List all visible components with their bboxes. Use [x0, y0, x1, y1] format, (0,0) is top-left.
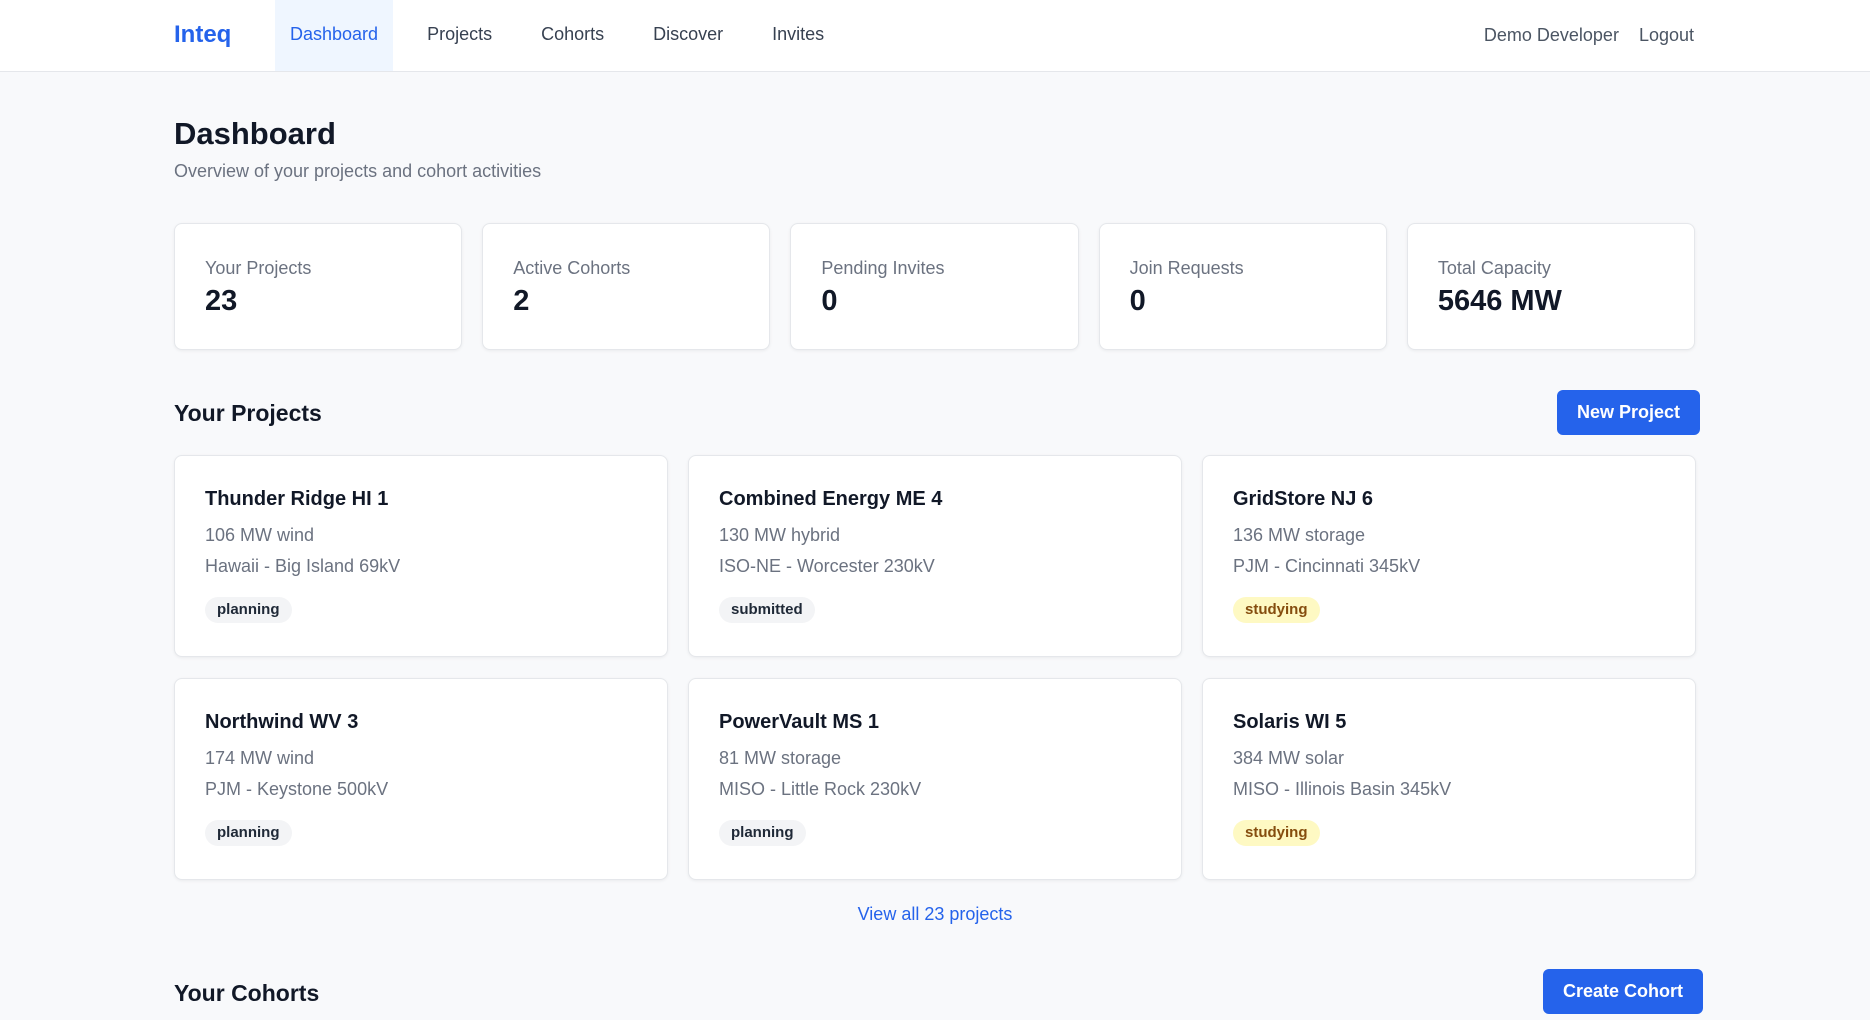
stat-label: Your Projects: [205, 258, 312, 278]
stat-card-join-requests: Join Requests 0: [1098, 223, 1387, 350]
status-badge: planning: [205, 820, 292, 846]
project-capacity: 81 MW storage: [719, 748, 842, 768]
stat-label: Join Requests: [1129, 258, 1244, 278]
projects-section-title: Your Projects: [174, 400, 322, 426]
project-location: MISO - Illinois Basin 345kV: [1233, 779, 1452, 799]
new-project-button[interactable]: New Project: [1557, 390, 1701, 435]
project-location: PJM - Keystone 500kV: [205, 779, 389, 799]
cohorts-section-title: Your Cohorts: [174, 980, 320, 1006]
stat-value: 5646 MW: [1437, 285, 1562, 317]
project-name: PowerVault MS 1: [719, 711, 880, 733]
projects-grid: Thunder Ridge HI 1 106 MW wind Hawaii - …: [174, 455, 1696, 880]
stat-label: Active Cohorts: [513, 258, 631, 278]
status-badge: planning: [719, 820, 806, 846]
project-name: Solaris WI 5: [1233, 711, 1347, 733]
project-location: MISO - Little Rock 230kV: [719, 779, 922, 799]
project-capacity: 384 MW solar: [1233, 748, 1345, 768]
project-card[interactable]: Northwind WV 3 174 MW wind PJM - Keyston…: [174, 678, 668, 880]
project-capacity: 130 MW hybrid: [719, 525, 841, 545]
stat-value: 0: [821, 285, 838, 317]
project-location: ISO-NE - Worcester 230kV: [719, 556, 935, 576]
user-name: Demo Developer: [1483, 24, 1619, 45]
page-subtitle: Overview of your projects and cohort act…: [174, 161, 542, 181]
project-card[interactable]: GridStore NJ 6 136 MW storage PJM - Cinc…: [1202, 455, 1696, 657]
project-name: Combined Energy ME 4: [719, 488, 943, 510]
user-area: Demo Developer Logout: [1484, 0, 1694, 70]
project-capacity: 136 MW storage: [1233, 525, 1366, 545]
project-location: PJM - Cincinnati 345kV: [1233, 556, 1421, 576]
stat-label: Pending Invites: [821, 258, 945, 278]
project-name: Thunder Ridge HI 1: [205, 488, 389, 510]
top-navbar: Inteq Dashboard Projects Cohorts Discove…: [0, 0, 1870, 72]
project-location: Hawaii - Big Island 69kV: [205, 556, 401, 576]
project-card[interactable]: PowerVault MS 1 81 MW storage MISO - Lit…: [688, 678, 1182, 880]
brand-logo[interactable]: Inteq: [174, 0, 231, 70]
page-title: Dashboard: [174, 116, 336, 151]
stat-card-active-cohorts: Active Cohorts 2: [482, 223, 771, 350]
stat-card-total-capacity: Total Capacity 5646 MW: [1406, 223, 1696, 350]
project-name: GridStore NJ 6: [1233, 488, 1374, 510]
project-capacity: 174 MW wind: [205, 748, 315, 768]
nav-dashboard[interactable]: Dashboard: [275, 0, 394, 71]
stat-value: 23: [205, 285, 238, 317]
status-badge: submitted: [719, 597, 815, 623]
project-card[interactable]: Solaris WI 5 384 MW solar MISO - Illinoi…: [1202, 678, 1696, 880]
nav-discover[interactable]: Discover: [638, 0, 738, 71]
stat-card-your-projects: Your Projects 23: [174, 223, 463, 350]
stat-value: 0: [1129, 285, 1146, 317]
stats-row: Your Projects 23 Active Cohorts 2 Pendin…: [174, 223, 1696, 350]
view-all-projects-link[interactable]: View all 23 projects: [0, 904, 1870, 925]
logout-link[interactable]: Logout: [1639, 25, 1694, 46]
status-badge: planning: [205, 597, 292, 623]
project-card[interactable]: Combined Energy ME 4 130 MW hybrid ISO-N…: [688, 455, 1182, 657]
nav-projects[interactable]: Projects: [412, 0, 507, 71]
stat-card-pending-invites: Pending Invites 0: [790, 223, 1079, 350]
project-card[interactable]: Thunder Ridge HI 1 106 MW wind Hawaii - …: [174, 455, 668, 657]
project-name: Northwind WV 3: [205, 711, 359, 733]
stat-label: Total Capacity: [1437, 258, 1551, 278]
create-cohort-button[interactable]: Create Cohort: [1543, 969, 1704, 1014]
project-capacity: 106 MW wind: [205, 525, 315, 545]
stat-value: 2: [513, 285, 530, 317]
nav-cohorts[interactable]: Cohorts: [526, 0, 619, 71]
main-nav: Dashboard Projects Cohorts Discover Invi…: [275, 0, 858, 71]
status-badge: studying: [1233, 597, 1320, 623]
nav-invites[interactable]: Invites: [757, 0, 839, 71]
status-badge: studying: [1233, 820, 1320, 846]
